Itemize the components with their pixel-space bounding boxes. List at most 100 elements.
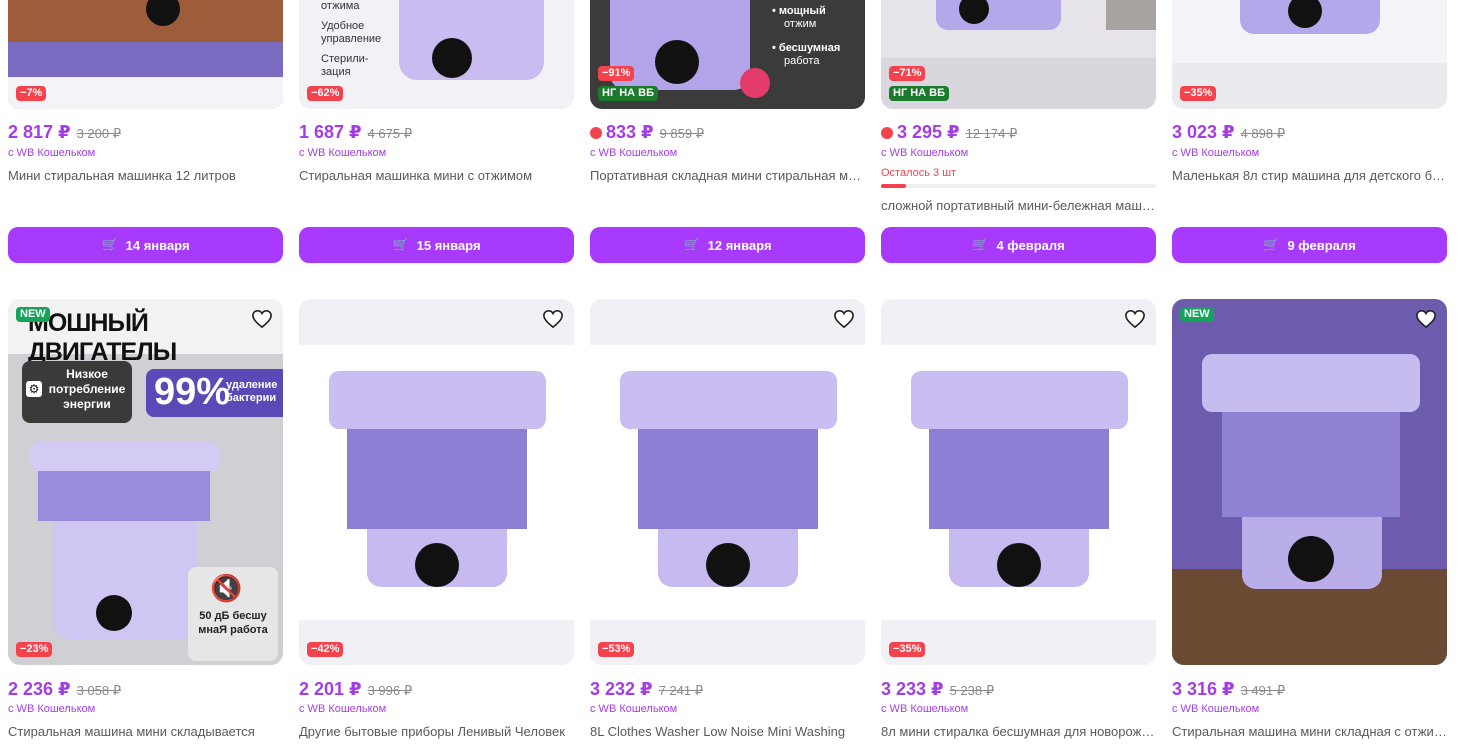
product-title[interactable]: Мини стиральная машинка 12 литров: [8, 168, 283, 183]
washer-body: [399, 0, 544, 80]
product-title[interactable]: Маленькая 8л стир машина для детского бе…: [1172, 168, 1447, 183]
detergent-pod: [740, 68, 770, 98]
add-to-cart-button[interactable]: 🛒 9 февраля: [1172, 227, 1447, 263]
promo-badge: НГ НА ВБ: [598, 86, 659, 101]
delivery-date: 12 января: [707, 237, 772, 253]
add-to-cart-button[interactable]: 🛒 14 января: [8, 227, 283, 263]
favorite-heart-icon[interactable]: [1124, 309, 1146, 329]
product-image[interactable]: −7%: [8, 0, 283, 109]
cart-icon: 🛒: [1263, 237, 1280, 252]
product-title[interactable]: Портативная складная мини стиральная маш…: [590, 168, 865, 183]
price: 3 295 ₽: [881, 122, 960, 143]
old-price: 3 996 ₽: [367, 683, 412, 698]
add-to-cart-button[interactable]: 🛒 12 января: [590, 227, 865, 263]
promo-feature: работа: [784, 55, 820, 67]
product-card[interactable]: отжима Удобное управление Стерили- зация…: [299, 0, 574, 265]
product-title[interactable]: Стиральная машина мини складная с отжимо…: [1172, 724, 1447, 739]
price: 3 316 ₽: [1172, 679, 1235, 699]
favorite-heart-icon[interactable]: [833, 309, 855, 329]
cart-icon: 🛒: [683, 237, 700, 252]
stock-bar-fill: [881, 184, 906, 188]
product-card[interactable]: • мощный отжим • бесшумная работа −91% Н…: [590, 0, 865, 265]
product-card[interactable]: NEW 3 316 ₽ 3 491 ₽ с WB Кошельком Стира…: [1172, 299, 1447, 749]
gear-icon: ⚙: [26, 381, 42, 397]
product-title[interactable]: 8л мини стиралка бесшумная для новорожде…: [881, 724, 1156, 739]
washer-lid: [911, 371, 1128, 429]
price: 2 236 ₽: [8, 679, 71, 699]
product-card[interactable]: −7% 2 817 ₽ 3 200 ₽ с WB Кошельком Мини …: [8, 0, 283, 265]
wallet-note: с WB Кошельком: [8, 703, 96, 715]
product-image[interactable]: отжима Удобное управление Стерили- зация…: [299, 0, 574, 109]
wallet-note: с WB Кошельком: [590, 703, 678, 715]
control-panel: [1288, 536, 1334, 582]
favorite-heart-icon[interactable]: [251, 309, 273, 329]
old-price: 9 859 ₽: [659, 126, 704, 141]
promo-feature: отжима: [321, 0, 360, 12]
wallet-note: с WB Кошельком: [1172, 703, 1260, 715]
product-image[interactable]: • мощный отжим • бесшумная работа −91% Н…: [590, 0, 865, 109]
product-image[interactable]: −35%: [1172, 0, 1447, 109]
product-title[interactable]: Стиральная машина мини складывается: [8, 724, 283, 739]
promo-percent: 99%: [154, 371, 231, 413]
promo-headline: МОШНЫЙ ДВИГАТЕЛЫ: [28, 309, 177, 366]
product-card[interactable]: −35% 3 023 ₽ 4 898 ₽ с WB Кошельком Мале…: [1172, 0, 1447, 265]
add-to-cart-button[interactable]: 🛒 15 января: [299, 227, 574, 263]
product-title[interactable]: сложной портативный мини-бележная машинк…: [881, 198, 1156, 213]
discount-badge: −35%: [889, 642, 926, 657]
product-card[interactable]: −71% НГ НА ВБ 3 295 ₽ 12 174 ₽ с WB Коше…: [881, 0, 1156, 265]
product-card[interactable]: МОШНЫЙ ДВИГАТЕЛЫ ⚙ Низкое потребление эн…: [8, 299, 283, 749]
product-card[interactable]: −53% 3 232 ₽ 7 241 ₽ с WB Кошельком 8L C…: [590, 299, 865, 749]
promo-feature: отжим: [784, 18, 817, 30]
product-image[interactable]: МОШНЫЙ ДВИГАТЕЛЫ ⚙ Низкое потребление эн…: [8, 299, 283, 665]
promo-feature: Стерили- зация: [321, 53, 369, 78]
price: 2 817 ₽: [8, 122, 71, 142]
new-badge: NEW: [1180, 307, 1214, 322]
wallet-note: с WB Кошельком: [299, 147, 387, 159]
wallet-note: с WB Кошельком: [8, 147, 96, 159]
washer-lid: [329, 371, 546, 429]
old-price: 3 491 ₽: [1240, 683, 1285, 698]
washer-body: [38, 471, 210, 521]
old-price: 7 241 ₽: [658, 683, 703, 698]
product-title[interactable]: Стиральная машинка мини с отжимом: [299, 168, 574, 183]
product-image[interactable]: −53%: [590, 299, 865, 665]
delivery-date: 9 февраля: [1287, 237, 1356, 253]
discount-badge: −71%: [889, 66, 926, 81]
favorite-heart-icon[interactable]: [542, 309, 564, 329]
cart-icon: 🛒: [101, 237, 118, 252]
promo-feature: • бесшумная: [772, 42, 841, 54]
product-image[interactable]: −42%: [299, 299, 574, 665]
washer-body: [8, 42, 283, 77]
wallet-note: с WB Кошельком: [590, 147, 678, 159]
price: 2 201 ₽: [299, 679, 362, 699]
promo-feature: удаление бактерии: [226, 379, 278, 404]
cart-icon: 🛒: [972, 237, 989, 252]
new-badge: NEW: [16, 307, 50, 322]
promo-feature: Низкое потребление энергии: [48, 367, 126, 411]
price: 3 233 ₽: [881, 679, 944, 699]
wallet-note: с WB Кошельком: [1172, 147, 1260, 159]
cart-icon: 🛒: [392, 237, 409, 252]
product-title[interactable]: Другие бытовые приборы Ленивый Человек: [299, 724, 574, 739]
wallet-note: с WB Кошельком: [881, 703, 969, 715]
favorite-heart-icon[interactable]: [1415, 309, 1437, 329]
sale-icon: [881, 127, 893, 139]
product-image[interactable]: −35%: [881, 299, 1156, 665]
product-image[interactable]: −71% НГ НА ВБ: [881, 0, 1156, 109]
product-card[interactable]: −35% 3 233 ₽ 5 238 ₽ с WB Кошельком 8л м…: [881, 299, 1156, 749]
washer-body: [1222, 412, 1400, 517]
product-card[interactable]: −42% 2 201 ₽ 3 996 ₽ с WB Кошельком Друг…: [299, 299, 574, 749]
add-to-cart-button[interactable]: 🛒 4 февраля: [881, 227, 1156, 263]
delivery-date: 15 января: [416, 237, 481, 253]
product-image[interactable]: NEW: [1172, 299, 1447, 665]
washer-body: [347, 429, 527, 529]
washer-body: [929, 429, 1109, 529]
discount-badge: −62%: [307, 86, 344, 101]
washer-body: [638, 429, 818, 529]
price: 3 023 ₽: [1172, 122, 1235, 142]
promo-feature: 50 дБ бесшу мнаЯ работа: [198, 610, 268, 636]
sale-icon: [590, 127, 602, 139]
stock-bar: [881, 184, 1156, 188]
product-title[interactable]: 8L Clothes Washer Low Noise Mini Washing: [590, 724, 865, 739]
wallet-note: с WB Кошельком: [299, 703, 387, 715]
